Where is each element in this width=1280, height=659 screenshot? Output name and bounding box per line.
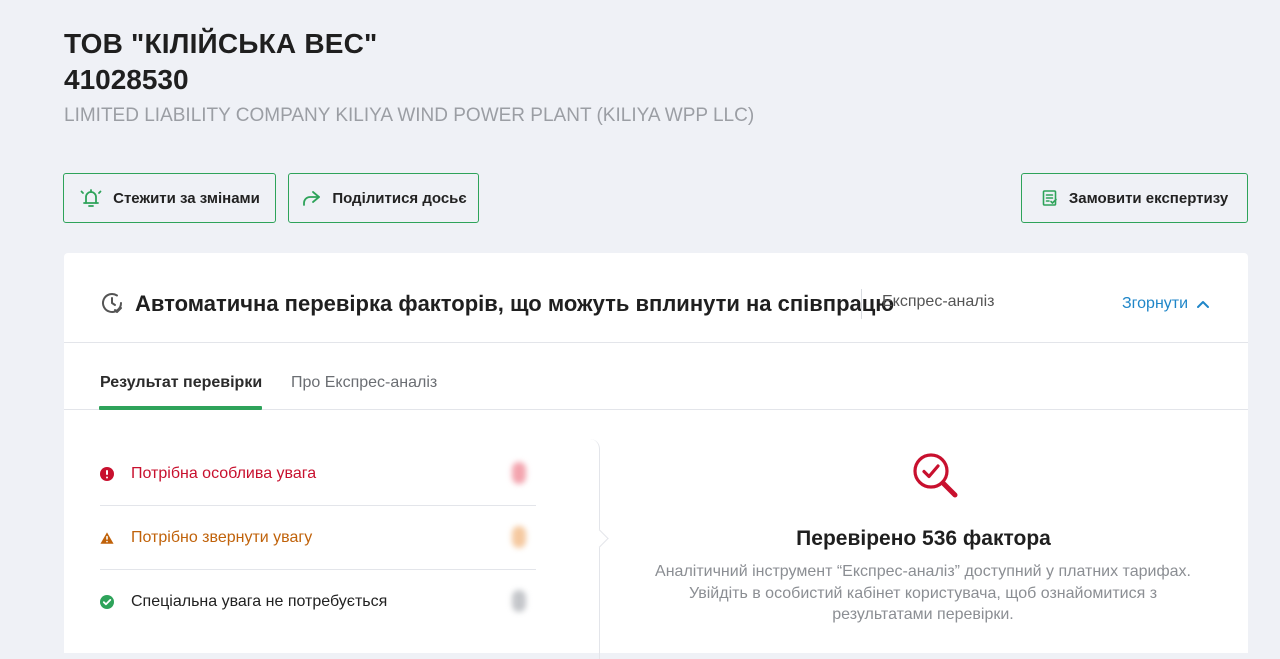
alert-circle-icon <box>100 466 114 481</box>
tab-result[interactable]: Результат перевірки <box>100 374 262 392</box>
collapse-label: Згорнути <box>1122 295 1189 312</box>
check-circle-icon <box>100 594 114 609</box>
header-divider <box>861 289 862 319</box>
warning-triangle-icon <box>100 531 114 545</box>
document-list-icon <box>1041 189 1059 207</box>
order-expertise-button[interactable]: Замовити експертизу <box>1021 173 1248 223</box>
checked-factors-title: Перевірено 536 фактора <box>796 527 1051 550</box>
company-name: ТОВ "КІЛІЙСЬКА ВЕС" <box>64 28 378 59</box>
bell-icon <box>79 187 103 209</box>
result-warning-label: Потрібно звернути увагу <box>131 528 313 546</box>
check-card: Автоматична перевірка факторів, що можут… <box>64 253 1248 659</box>
result-ok-label: Спеціальна увага не потребується <box>131 592 388 610</box>
checked-factors-description: Аналітичний інструмент “Експрес-аналіз” … <box>655 563 1191 623</box>
tab-about-express[interactable]: Про Експрес-аналіз <box>291 374 437 392</box>
results-panel: Потрібна особлива увага Потрібно звернут… <box>64 439 600 659</box>
watch-changes-label: Стежити за змінами <box>113 189 260 207</box>
express-analysis-label: Експрес-аналіз <box>882 293 995 310</box>
company-header: ТОВ "КІЛІЙСЬКА ВЕС" 41028530 LIMITED LIA… <box>64 26 754 128</box>
result-critical-count <box>512 462 526 484</box>
order-expertise-label: Замовити експертизу <box>1068 189 1229 207</box>
watch-changes-button[interactable]: Стежити за змінами <box>63 173 276 223</box>
result-warning-count <box>512 526 526 548</box>
check-title: Автоматична перевірка факторів, що можут… <box>135 291 895 316</box>
company-code: 41028530 <box>64 64 189 95</box>
share-arrow-icon <box>300 189 322 207</box>
share-dossier-label: Поділитися досьє <box>332 189 467 207</box>
magnifier-check-icon <box>909 449 963 508</box>
result-ok-count <box>512 590 526 612</box>
chevron-up-icon <box>1196 299 1210 309</box>
result-critical[interactable]: Потрібна особлива увага <box>100 442 536 506</box>
clock-check-icon <box>100 291 124 320</box>
collapse-link[interactable]: Згорнути <box>1122 295 1210 313</box>
info-panel: Перевірено 536 фактора Аналітичний інстр… <box>599 439 1248 659</box>
share-dossier-button[interactable]: Поділитися досьє <box>288 173 479 223</box>
result-ok[interactable]: Спеціальна увага не потребується <box>100 570 536 633</box>
check-card-header: Автоматична перевірка факторів, що можут… <box>64 253 1248 343</box>
company-name-en: LIMITED LIABILITY COMPANY KILIYA WIND PO… <box>64 105 755 126</box>
active-tab-indicator <box>99 406 262 410</box>
result-critical-label: Потрібна особлива увага <box>131 464 317 482</box>
result-warning[interactable]: Потрібно звернути увагу <box>100 506 536 570</box>
tabs-bar: Результат перевірки Про Експрес-аналіз <box>64 343 1248 410</box>
